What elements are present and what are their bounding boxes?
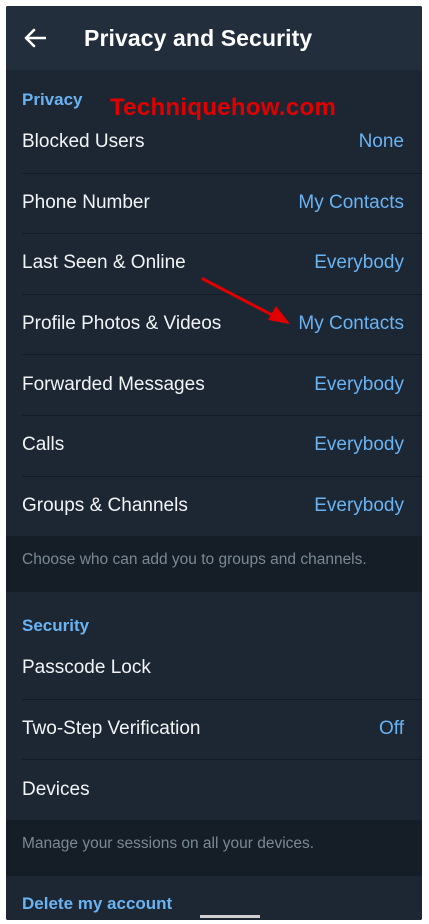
row-value: My Contacts <box>298 191 404 213</box>
row-label: Last Seen & Online <box>22 252 186 274</box>
security-row-two-step[interactable]: Two-Step Verification Off <box>6 698 422 760</box>
privacy-row-calls[interactable]: Calls Everybody <box>6 414 422 476</box>
security-section: Security Passcode Lock Two-Step Verifica… <box>6 592 422 820</box>
privacy-row-profile-photos[interactable]: Profile Photos & Videos My Contacts <box>6 293 422 355</box>
privacy-row-groups-channels[interactable]: Groups & Channels Everybody <box>6 475 422 537</box>
privacy-section: Privacy Blocked Users None Phone Number … <box>6 70 422 537</box>
home-indicator <box>200 915 260 918</box>
security-row-passcode-lock[interactable]: Passcode Lock <box>6 638 422 699</box>
row-label: Profile Photos & Videos <box>22 313 222 335</box>
app-bar: Privacy and Security <box>6 6 422 70</box>
privacy-row-last-seen[interactable]: Last Seen & Online Everybody <box>6 233 422 294</box>
arrow-left-icon <box>24 28 46 48</box>
screen: Privacy and Security Privacy Blocked Use… <box>6 6 422 920</box>
row-value: Everybody <box>314 252 404 274</box>
row-label: Groups & Channels <box>22 494 188 516</box>
delete-account-section: Delete my account <box>6 875 422 920</box>
security-hint: Manage your sessions on all your devices… <box>6 819 422 876</box>
row-label: Devices <box>22 778 90 800</box>
security-section-header: Security <box>22 616 90 636</box>
row-label: Blocked Users <box>22 131 145 153</box>
privacy-hint: Choose who can add you to groups and cha… <box>6 536 422 593</box>
page-title: Privacy and Security <box>84 24 313 51</box>
row-value: Off <box>379 718 404 740</box>
row-label: Two-Step Verification <box>22 718 201 740</box>
row-value: My Contacts <box>298 313 404 335</box>
security-row-devices[interactable]: Devices <box>6 759 422 820</box>
row-value: Everybody <box>314 434 404 456</box>
watermark-text: Techniquehow.com <box>110 94 337 121</box>
delete-account-header[interactable]: Delete my account <box>6 876 422 916</box>
row-label: Passcode Lock <box>22 657 151 679</box>
row-label: Calls <box>22 434 65 456</box>
privacy-row-forwarded-messages[interactable]: Forwarded Messages Everybody <box>6 354 422 415</box>
row-value: None <box>358 131 404 153</box>
row-value: Everybody <box>314 373 404 395</box>
row-value: Everybody <box>314 494 404 516</box>
row-label: Forwarded Messages <box>22 373 205 395</box>
row-label: Phone Number <box>22 191 150 213</box>
privacy-row-phone-number[interactable]: Phone Number My Contacts <box>6 172 422 234</box>
back-button[interactable] <box>10 6 60 70</box>
